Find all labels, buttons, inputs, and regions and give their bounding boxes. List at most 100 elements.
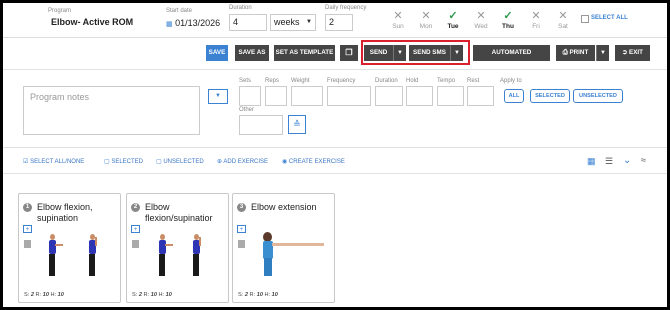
select-all-checkbox[interactable] [581,15,589,23]
caret-down-icon: ▼ [215,93,221,99]
weekday-toggle[interactable]: ✕ Mon [416,10,436,31]
close-icon: ✕ [531,10,541,22]
tempo-input[interactable] [437,86,464,106]
check-icon: ✓ [448,10,458,22]
other-input[interactable] [239,115,283,135]
program-name-input[interactable]: Elbow- Active ROM [48,15,144,30]
exercise-title: Elbow flexion, supination [37,202,93,224]
list-view-icon[interactable]: ☰ [605,156,613,167]
hold-input[interactable] [406,86,433,106]
program-label: Program [48,8,72,14]
automated-messages-button[interactable]: AUTOMATED MESSAGES [473,45,550,72]
trash-icon[interactable] [24,240,31,248]
exit-icon: ➲ [621,49,628,56]
reps-stat: 10 [256,292,263,298]
camera-icon: ◉ [282,159,288,165]
duration-unit-select[interactable]: weeks ▼ [270,14,316,31]
select-all-days[interactable]: SELECT ALL [591,15,628,21]
notes-template-dropdown[interactable]: ▼ [208,89,228,104]
weight-input[interactable] [291,86,323,106]
apply-selected-button[interactable]: SELECTED [530,89,570,103]
print-button[interactable]: ⎙ PRINT [556,45,595,61]
divider [3,147,667,148]
grid-view-icon[interactable]: ▦ [587,156,596,167]
start-date-field[interactable]: ▦ 01/13/2026 [166,18,220,28]
weekday-toggle[interactable]: ✕ Fri [526,10,546,31]
close-icon: ✕ [393,10,403,22]
weekday-label: Sat [558,23,568,30]
send-sms-dropdown-button[interactable]: ▼ [450,45,463,61]
chevron-down-icon[interactable]: ⌄ [623,155,631,166]
weekday-toggle[interactable]: ✓ Thu [498,10,518,31]
copy-button[interactable]: ❐ [340,45,358,61]
create-exercise-button[interactable]: ◉ CREATE EXERCISE [282,157,345,167]
send-sms-button[interactable]: SEND SMS [409,45,450,61]
edit-icon[interactable]: + [131,225,140,233]
exercise-card[interactable]: 2 Elbow flexion/supinatior + S: 2 R: 10 … [126,193,229,303]
exercise-stats: S: 2 R: 10 H: 10 [132,292,172,298]
divider [3,69,667,70]
reps-stat-label: R: [143,292,150,298]
save-button[interactable]: SAVE [206,45,228,61]
sliders-icon[interactable]: ≙ [288,115,306,134]
delete-unselected-button[interactable]: ▢ UNSELECTED [156,157,204,167]
other-label: Other [239,107,255,113]
weekday-toggle[interactable]: ✕ Wed [471,10,491,31]
exit-button[interactable]: ➲ EXIT [615,45,650,61]
exercise-title: Elbow extension [251,202,317,213]
weekday-toggle[interactable]: ✓ Tue [443,10,463,31]
duration-input[interactable]: 4 [229,14,267,31]
weekday-toggle[interactable]: ✕ Sun [388,10,408,31]
rest-input[interactable] [467,86,494,106]
select-all-none-button[interactable]: ☑ SELECT ALL/NONE [23,157,84,167]
start-date-label: Start date [166,8,193,14]
add-exercise-label: ADD EXERCISE [223,159,269,165]
hold-label: Hold [406,78,419,84]
daily-frequency-input[interactable]: 2 [325,14,353,31]
exercise-title-line: supination [37,213,79,223]
trash-icon[interactable] [132,240,139,248]
apply-unselected-button[interactable]: UNSELECTED [573,89,623,103]
weekday-toggle[interactable]: ✕ Sat [553,10,573,31]
program-notes-textarea[interactable]: Program notes [23,86,200,135]
copy-icon: ❐ [345,48,353,57]
apply-all-button[interactable]: ALL [504,89,524,103]
exercise-stats: S: 2 R: 10 H: 10 [238,292,278,298]
weekday-label: Thu [502,23,514,30]
start-date-value: 01/13/2026 [175,18,221,28]
exercise-number-badge: 1 [23,203,32,212]
check-icon: ✓ [503,10,513,22]
calendar-icon: ▦ [166,21,173,28]
duration-param-input[interactable] [375,86,403,106]
sets-stat: 2 [30,292,34,298]
save-as-button[interactable]: SAVE AS [235,45,269,61]
sets-stat: 2 [138,292,142,298]
send-dropdown-button[interactable]: ▼ [393,45,406,61]
exercise-number-badge: 2 [131,203,140,212]
frequency-input[interactable] [327,86,371,106]
exercise-card[interactable]: 1 Elbow flexion, supination + S: 2 R: 10… [18,193,121,303]
delete-selected-button[interactable]: ▢ SELECTED [104,157,143,167]
weekday-label: Fri [532,23,540,30]
divider [3,37,667,38]
edit-icon[interactable]: + [23,225,32,233]
program-editor: Program Elbow- Active ROM Start date ▦ 0… [3,3,667,307]
daily-frequency-label: Daily frequency [325,5,367,11]
exercise-stats: S: 2 R: 10 H: 10 [24,292,64,298]
edit-icon[interactable]: + [237,225,246,233]
sets-stat-label: S: [24,292,30,298]
sets-label: Sets [239,78,252,84]
select-all-none-label: SELECT ALL/NONE [30,159,85,165]
sets-input[interactable] [239,86,261,106]
duration-label: Duration [229,5,252,11]
reps-input[interactable] [265,86,287,106]
reps-stat: 10 [150,292,157,298]
trash-icon: ▢ [156,159,162,165]
add-exercise-button[interactable]: ⊕ ADD EXERCISE [217,157,268,167]
collapse-icon[interactable]: ≈ [641,155,646,165]
trash-icon[interactable] [238,240,245,248]
print-dropdown-button[interactable]: ▼ [596,45,609,61]
send-button[interactable]: SEND [364,45,393,61]
exercise-card[interactable]: 3 Elbow extension + S: 2 R: 10 H: 10 [232,193,335,303]
set-as-template-button[interactable]: SET AS TEMPLATE [274,45,335,61]
